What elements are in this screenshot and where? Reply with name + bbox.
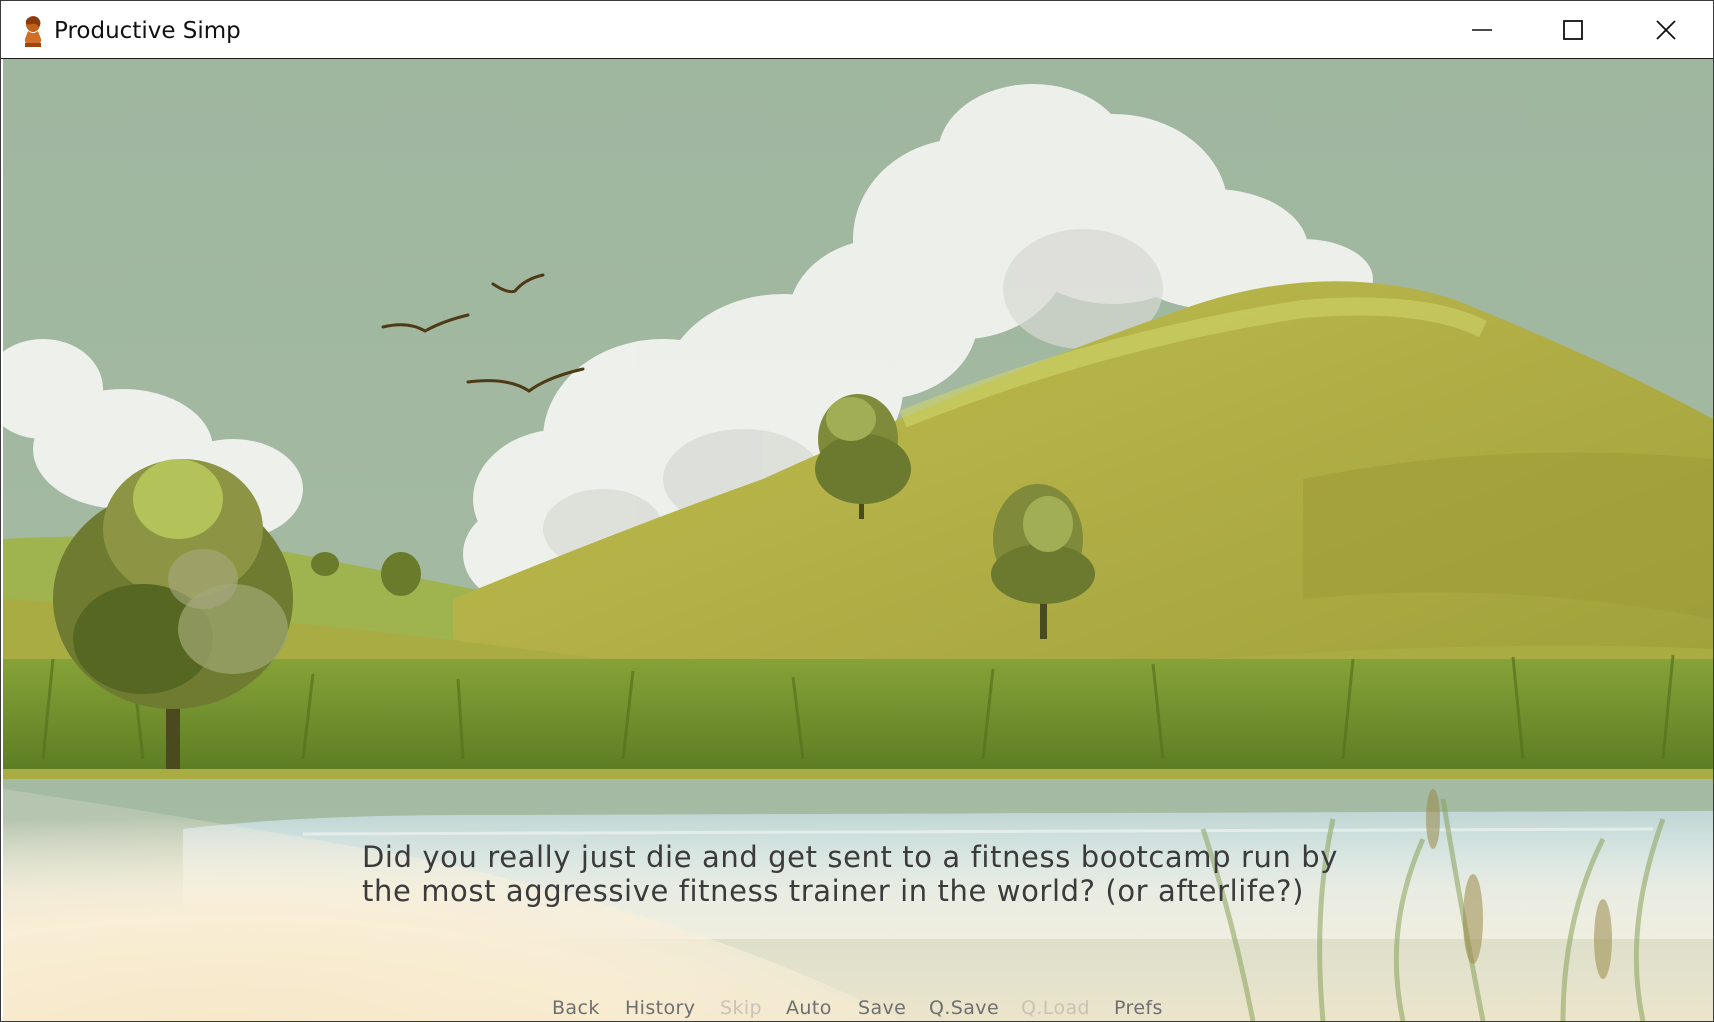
bust-statue-icon xyxy=(24,16,42,47)
preferences-button[interactable]: Prefs xyxy=(1114,996,1163,1020)
maximize-icon xyxy=(1563,20,1583,40)
dialogue-text: Did you really just die and get sent to … xyxy=(362,840,1362,908)
close-icon xyxy=(1656,20,1676,40)
window-title: Productive Simp xyxy=(54,18,241,44)
app-window: Productive Simp Did you really just die … xyxy=(0,0,1714,1022)
game-viewport[interactable]: Did you really just die and get sent to … xyxy=(3,59,1713,1021)
minimize-icon xyxy=(1472,29,1492,31)
history-button[interactable]: History xyxy=(625,996,695,1020)
save-button[interactable]: Save xyxy=(858,996,906,1020)
dialogue-line: the most aggressive fitness trainer in t… xyxy=(362,874,1305,908)
title-bar[interactable]: Productive Simp xyxy=(1,1,1713,59)
skip-button[interactable]: Skip xyxy=(720,996,762,1020)
quick-load-button[interactable]: Q.Load xyxy=(1021,996,1090,1020)
maximize-button[interactable] xyxy=(1528,1,1618,59)
close-button[interactable] xyxy=(1621,1,1711,59)
dialogue-line: Did you really just die and get sent to … xyxy=(362,840,1339,874)
minimize-button[interactable] xyxy=(1437,1,1527,59)
quick-menu: Back History Skip Auto Save Q.Save Q.Loa… xyxy=(3,996,1713,1021)
back-button[interactable]: Back xyxy=(552,996,600,1020)
quick-save-button[interactable]: Q.Save xyxy=(929,996,999,1020)
auto-button[interactable]: Auto xyxy=(786,996,832,1020)
